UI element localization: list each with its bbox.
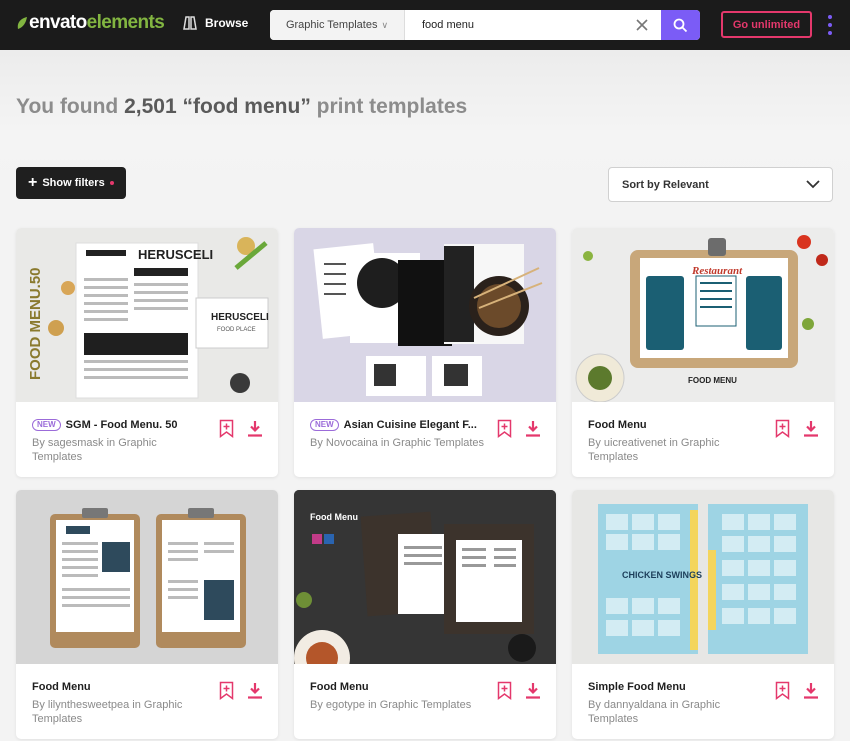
bookmark-add-icon[interactable] (497, 681, 512, 700)
chevron-down-icon: ∨ (381, 19, 389, 30)
bookmark-add-icon[interactable] (775, 681, 790, 700)
new-badge: NEW (32, 419, 61, 431)
template-card[interactable]: FOOD MENU.50 HERUSCELI HERUSCELI FOOD PL… (16, 228, 278, 477)
go-unlimited-label: Go unlimited (732, 18, 801, 31)
download-icon[interactable] (525, 682, 541, 699)
template-thumbnail[interactable] (16, 490, 278, 664)
results-query: “food menu” (182, 95, 311, 118)
template-title[interactable]: Food Menu (588, 419, 647, 431)
template-title[interactable]: SGM - Food Menu. 50 (66, 419, 178, 431)
template-card[interactable]: Food Menu Food Menu By egotype in Graphi… (294, 490, 556, 739)
search-bar: Graphic Templates ∨ (270, 10, 700, 40)
logo-prefix: envato (29, 12, 87, 33)
thumb-brand-sub: FOOD PLACE (217, 327, 256, 333)
sort-dropdown[interactable]: Sort by Relevant (608, 167, 833, 202)
download-icon[interactable] (247, 682, 263, 699)
template-thumbnail[interactable]: CHICKEN SWINGS (572, 490, 834, 664)
thumb-brand-text: HERUSCELI (138, 247, 213, 262)
filter-indicator-dot (109, 181, 114, 185)
search-category-label: Graphic Templates (285, 19, 378, 31)
results-heading: You found 2,501 “food menu” print templa… (16, 95, 468, 118)
template-title[interactable]: Asian Cuisine Elegant F... (344, 419, 477, 431)
browse-label: Browse (205, 16, 249, 30)
template-card[interactable]: Food Menu By lilynthesweetpea in Graphic… (16, 490, 278, 739)
template-thumbnail[interactable]: FOOD MENU.50 HERUSCELI HERUSCELI FOOD PL… (16, 228, 278, 402)
chevron-down-icon (806, 180, 820, 189)
show-filters-label: Show filters (42, 177, 105, 189)
template-card[interactable]: CHICKEN SWINGS Simple Food Menu By danny… (572, 490, 834, 739)
template-author[interactable]: By egotype in Graphic Templates (310, 698, 485, 712)
thumb-brand-text-2: HERUSCELI (211, 312, 269, 323)
template-title[interactable]: Food Menu (310, 681, 369, 693)
browse-icon (183, 16, 197, 30)
template-author[interactable]: By dannyaldana in Graphic Templates (588, 698, 763, 726)
search-category-select[interactable]: Graphic Templates ∨ (270, 10, 405, 40)
bookmark-add-icon[interactable] (219, 419, 234, 438)
template-thumbnail[interactable]: Restaurant FOOD MENU (572, 228, 834, 403)
download-icon[interactable] (803, 682, 819, 699)
bookmark-add-icon[interactable] (497, 419, 512, 438)
browse-button[interactable]: Browse (181, 15, 248, 31)
logo-suffix: elements (86, 12, 165, 33)
thumb-caption: FOOD MENU (688, 376, 737, 385)
search-input[interactable] (405, 10, 660, 40)
template-card[interactable]: NEW Asian Cuisine Elegant F... By Novoca… (294, 228, 556, 477)
top-navigation-bar: envatoelements Browse Graphic Templates … (0, 0, 850, 50)
envato-elements-logo[interactable]: envatoelements (16, 12, 165, 34)
template-title[interactable]: Simple Food Menu (588, 681, 686, 693)
search-button[interactable] (661, 10, 700, 40)
bookmark-add-icon[interactable] (219, 681, 234, 700)
thumb-label: Food Menu (310, 512, 358, 522)
template-thumbnail[interactable]: Food Menu (294, 490, 556, 686)
more-menu-icon[interactable] (826, 15, 834, 35)
bookmark-add-icon[interactable] (775, 419, 790, 438)
plus-icon: + (28, 174, 38, 191)
download-icon[interactable] (247, 420, 263, 437)
thumb-script-text: Restaurant (691, 265, 743, 277)
go-unlimited-button[interactable]: Go unlimited (721, 11, 812, 38)
thumb-vertical-text: FOOD MENU.50 (27, 267, 44, 380)
template-author[interactable]: By uicreativenet in Graphic Templates (588, 436, 763, 464)
leaf-icon (17, 17, 27, 29)
download-icon[interactable] (803, 420, 819, 437)
template-author[interactable]: By sagesmask in Graphic Templates (32, 436, 207, 464)
template-author[interactable]: By lilynthesweetpea in Graphic Templates (32, 698, 207, 726)
new-badge: NEW (310, 419, 339, 431)
template-author[interactable]: By Novocaina in Graphic Templates (310, 436, 485, 450)
search-icon (673, 18, 688, 32)
thumb-headline: CHICKEN SWINGS (622, 570, 702, 580)
template-thumbnail[interactable] (294, 228, 556, 402)
show-filters-button[interactable]: + Show filters (16, 167, 126, 199)
template-card[interactable]: Restaurant FOOD MENU Food Menu By uicrea… (572, 228, 834, 477)
results-count: 2,501 (124, 95, 177, 118)
clear-search-icon[interactable] (635, 18, 649, 32)
template-title[interactable]: Food Menu (32, 681, 91, 693)
sort-label: Sort by Relevant (622, 178, 709, 191)
download-icon[interactable] (525, 420, 541, 437)
